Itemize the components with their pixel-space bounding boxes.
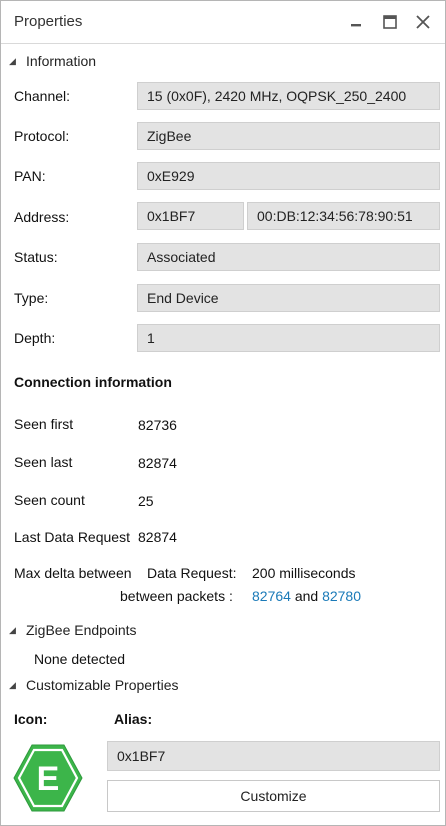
alias-label: Alias: [114,711,153,727]
type-label: Type: [14,290,49,306]
properties-window: Properties ◢ Information Channel: 15 (0x0… [0,0,446,826]
end-device-badge-icon[interactable]: E [12,743,84,813]
maximize-icon[interactable] [379,11,401,33]
section-endpoints[interactable]: ◢ ZigBee Endpoints [9,622,137,638]
status-field: Associated [137,243,440,271]
endpoints-none-text: None detected [34,651,126,667]
close-icon[interactable] [412,11,434,33]
seen-last-label: Seen last [14,454,73,470]
channel-field: 15 (0x0F), 2420 MHz, OQPSK_250_2400 [137,82,440,110]
max-delta-label: Max delta between [14,565,132,581]
last-data-request-label: Last Data Request [14,529,130,545]
status-label: Status: [14,249,58,265]
collapse-triangle-icon[interactable]: ◢ [9,680,19,691]
long-address-field: 00:DB:12:34:56:78:90:51 [247,202,440,230]
short-address-field: 0x1BF7 [137,202,244,230]
section-customizable-label: Customizable Properties [26,677,179,693]
section-endpoints-label: ZigBee Endpoints [26,622,137,638]
packet-and-text: and [294,588,319,604]
seen-count-value: 25 [138,493,154,509]
seen-first-label: Seen first [14,416,74,432]
collapse-triangle-icon[interactable]: ◢ [9,625,19,636]
depth-field: 1 [137,324,440,352]
packet-range: 82764 and 82780 [252,588,361,604]
collapse-triangle-icon[interactable]: ◢ [9,56,19,67]
protocol-field: ZigBee [137,122,440,150]
packet-b-link[interactable]: 82780 [322,588,361,604]
section-information-label: Information [26,53,97,69]
last-data-request-link[interactable]: 82874 [138,529,177,545]
max-delta-value: 200 milliseconds [252,565,356,581]
section-customizable[interactable]: ◢ Customizable Properties [9,677,179,693]
packet-a-link[interactable]: 82764 [252,588,291,604]
data-request-sublabel: Data Request: [147,565,237,581]
seen-first-link[interactable]: 82736 [138,417,177,433]
icon-label: Icon: [14,711,48,727]
connection-info-heading: Connection information [14,374,172,390]
window-title: Properties [14,13,83,30]
address-label: Address: [14,209,70,225]
alias-input[interactable]: 0x1BF7 [107,741,440,771]
depth-label: Depth: [14,330,56,346]
protocol-label: Protocol: [14,128,70,144]
minimize-icon[interactable] [345,11,367,33]
title-bar: Properties [1,1,445,44]
type-field: End Device [137,284,440,312]
channel-label: Channel: [14,88,71,104]
section-information[interactable]: ◢ Information [9,53,96,69]
customize-button[interactable]: Customize [107,780,440,812]
seen-count-label: Seen count [14,492,85,508]
pan-field: 0xE929 [137,162,440,190]
pan-label: PAN: [14,168,46,184]
seen-last-link[interactable]: 82874 [138,455,177,471]
badge-letter: E [37,760,60,798]
between-packets-sublabel: between packets : [120,588,233,604]
